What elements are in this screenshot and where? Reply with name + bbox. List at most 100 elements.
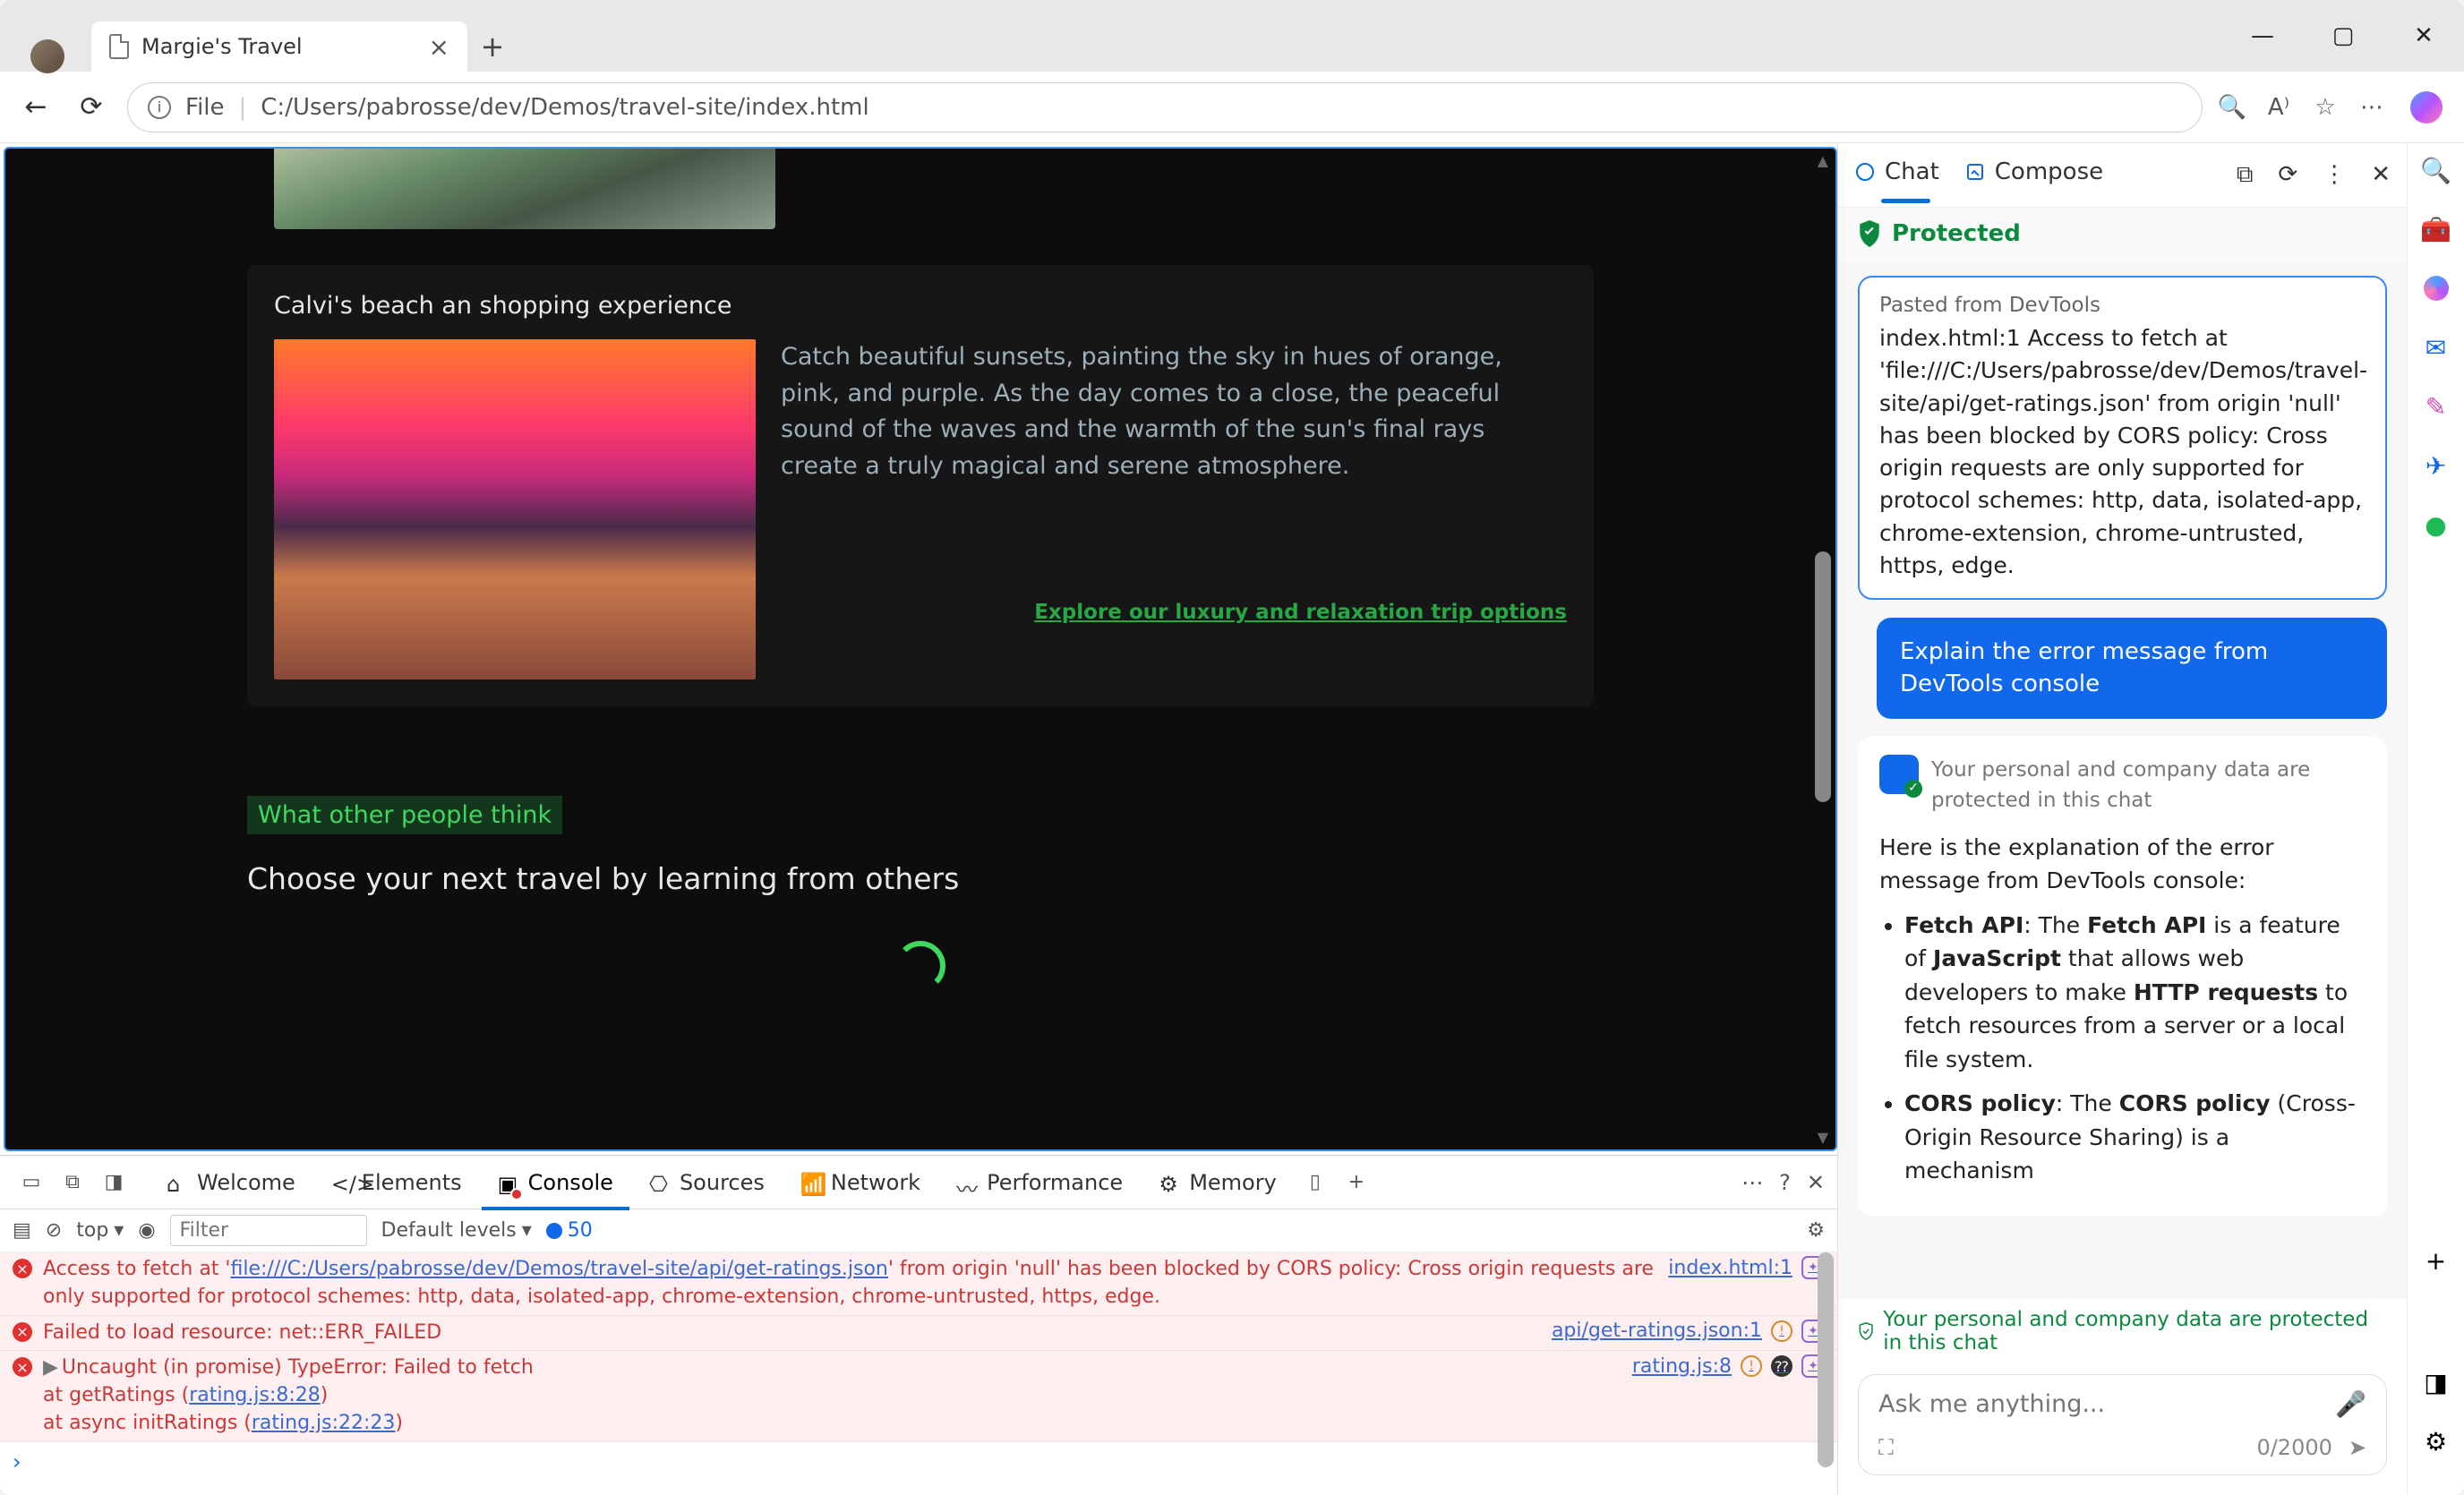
address-bar[interactable]: i File | C:/Users/pabrosse/dev/Demos/tra…	[127, 82, 2203, 132]
chat-input-field[interactable]	[1878, 1390, 2335, 1418]
refresh-chat-icon[interactable]: ⟳	[2278, 161, 2297, 189]
address-path: C:/Users/pabrosse/dev/Demos/travel-site/…	[261, 94, 868, 121]
new-tab-button[interactable]: +	[467, 21, 518, 72]
card-description: Catch beautiful sunsets, painting the sk…	[781, 339, 1567, 484]
devtools-panel: ▭ ⧉ ◨ ⌂Welcome </>Elements ▣Console ⎔Sou…	[0, 1155, 1837, 1495]
console-scrollbar[interactable]	[1814, 1252, 1837, 1495]
shield-icon	[1858, 1320, 1874, 1343]
tab-performance[interactable]: 〰Performance	[940, 1156, 1139, 1209]
explore-link[interactable]: Explore our luxury and relaxation trip o…	[781, 601, 1567, 624]
error-icon: ×	[13, 1259, 32, 1278]
issue-dot-icon	[546, 1223, 562, 1239]
console-settings-icon[interactable]: ⚙	[1807, 1219, 1825, 1242]
tools-icon[interactable]: 🧰	[2420, 213, 2452, 245]
scroll-up-arrow[interactable]: ▲	[1818, 152, 1828, 169]
expand-caret[interactable]: ▶	[43, 1356, 58, 1379]
paste-hint: Pasted from DevTools	[1879, 294, 2366, 317]
close-sidebar-icon[interactable]: ✕	[2371, 161, 2391, 189]
add-app-icon[interactable]: +	[2420, 1244, 2452, 1277]
source-link[interactable]: rating.js:8:28	[189, 1384, 321, 1406]
outlook-icon[interactable]: ✉	[2420, 331, 2452, 363]
sidebar-toggle-icon[interactable]: ▤	[13, 1219, 31, 1242]
open-link-icon[interactable]: ⧉	[2237, 161, 2254, 189]
log-url-link[interactable]: file:///C:/Users/pabrosse/dev/Demos/trav…	[230, 1258, 887, 1280]
issue-icon[interactable]: !	[1741, 1355, 1762, 1377]
chat-input[interactable]: 🎤 ⛶ 0/2000 ➤	[1858, 1374, 2387, 1475]
filter-input[interactable]	[170, 1215, 367, 1246]
protected-banner: Protected	[1838, 208, 2407, 260]
loading-spinner	[895, 941, 945, 991]
sidebar-toggle-icon[interactable]: ◨	[2420, 1366, 2452, 1398]
console-error-row: × ▶Uncaught (in promise) TypeError: Fail…	[0, 1351, 1837, 1441]
site-info-icon[interactable]: i	[148, 96, 171, 119]
activity-bar-button[interactable]: ▯	[1296, 1164, 1334, 1201]
refresh-button[interactable]: ⟳	[72, 88, 111, 127]
dock-button[interactable]: ◨	[95, 1164, 133, 1201]
console-prompt[interactable]: ›	[0, 1442, 1837, 1482]
chat-icon	[1854, 161, 1876, 183]
error-icon: ×	[13, 1357, 32, 1377]
page-scrollbar[interactable]: ▲ ▼	[1810, 149, 1835, 1149]
designer-icon[interactable]: ✎	[2420, 390, 2452, 423]
tab-memory[interactable]: ⚙Memory	[1142, 1156, 1293, 1209]
browser-tab[interactable]: Margie's Travel ×	[91, 21, 467, 72]
copilot-icon	[2410, 91, 2443, 124]
tab-console[interactable]: ▣Console	[482, 1156, 629, 1209]
zoom-icon[interactable]: 🔍	[2219, 94, 2246, 121]
tab-network[interactable]: 📶Network	[784, 1156, 937, 1209]
minimize-button[interactable]: —	[2222, 0, 2303, 72]
tab-sources[interactable]: ⎔Sources	[633, 1156, 781, 1209]
network-icon: 📶	[800, 1172, 822, 1193]
devtools-help-icon[interactable]: ?	[1779, 1170, 1791, 1195]
search-icon[interactable]: 🔍	[2420, 154, 2452, 186]
more-options-icon[interactable]: ⋮	[2323, 161, 2346, 189]
more-icon[interactable]: ⋯	[2358, 94, 2385, 121]
devtools-more-icon[interactable]: ⋯	[1741, 1170, 1763, 1195]
device-toggle-button[interactable]: ⧉	[54, 1164, 91, 1201]
context-dropdown[interactable]: top ▾	[76, 1219, 124, 1242]
close-window-button[interactable]: ✕	[2383, 0, 2464, 72]
back-button[interactable]: ←	[16, 88, 56, 127]
browser-toolbar: ← ⟳ i File | C:/Users/pabrosse/dev/Demos…	[0, 72, 2464, 143]
tab-chat[interactable]: Chat	[1854, 158, 1939, 192]
profile-avatar[interactable]	[30, 39, 64, 73]
favorite-icon[interactable]: ☆	[2312, 94, 2339, 121]
mic-icon[interactable]: 🎤	[2335, 1389, 2366, 1419]
scroll-down-arrow[interactable]: ▼	[1818, 1129, 1828, 1146]
performance-icon: 〰	[956, 1172, 978, 1193]
send-icon[interactable]: ➤	[2348, 1435, 2366, 1460]
console-body: × Access to fetch at 'file:///C:/Users/p…	[0, 1252, 1837, 1495]
source-link[interactable]: rating.js:8	[1632, 1355, 1732, 1378]
inspect-button[interactable]: ▭	[13, 1164, 50, 1201]
issues-badge[interactable]: 50	[546, 1219, 593, 1242]
source-link[interactable]: index.html:1	[1668, 1257, 1792, 1279]
devtools-tabs: ▭ ⧉ ◨ ⌂Welcome </>Elements ▣Console ⎔Sou…	[0, 1156, 1837, 1209]
more-tabs-button[interactable]: +	[1338, 1164, 1375, 1201]
source-link[interactable]: rating.js:22:23	[252, 1412, 396, 1434]
copilot-tabs: Chat Compose ⧉ ⟳ ⋮ ✕	[1838, 143, 2407, 208]
close-tab-icon[interactable]: ×	[429, 32, 449, 62]
spotify-icon[interactable]: ●	[2420, 508, 2452, 541]
maximize-button[interactable]: ▢	[2303, 0, 2383, 72]
sources-icon: ⎔	[649, 1172, 671, 1193]
info-icon[interactable]: ⁇	[1771, 1355, 1792, 1377]
settings-icon[interactable]: ⚙	[2420, 1425, 2452, 1457]
send-app-icon[interactable]: ✈	[2420, 449, 2452, 482]
scroll-thumb[interactable]	[1815, 551, 1831, 802]
tab-elements[interactable]: </>Elements	[315, 1156, 478, 1209]
tab-welcome[interactable]: ⌂Welcome	[150, 1156, 312, 1209]
mountain-image	[274, 149, 775, 229]
issue-icon[interactable]: !	[1771, 1320, 1792, 1342]
tab-compose[interactable]: Compose	[1964, 158, 2103, 192]
clear-console-icon[interactable]: ⊘	[46, 1219, 62, 1242]
source-link[interactable]: api/get-ratings.json:1	[1552, 1320, 1762, 1342]
devtools-close-icon[interactable]: ✕	[1807, 1170, 1825, 1195]
copilot-swirl-icon[interactable]	[2420, 272, 2452, 304]
levels-dropdown[interactable]: Default levels ▾	[381, 1219, 532, 1242]
copilot-button[interactable]	[2405, 86, 2448, 129]
console-scroll-thumb[interactable]	[1818, 1252, 1834, 1467]
scan-icon[interactable]: ⛶	[1878, 1435, 1894, 1460]
console-error-row: × Access to fetch at 'file:///C:/Users/p…	[0, 1252, 1837, 1316]
read-aloud-icon[interactable]: A⁾	[2265, 94, 2292, 121]
live-expression-icon[interactable]: ◉	[138, 1219, 155, 1242]
